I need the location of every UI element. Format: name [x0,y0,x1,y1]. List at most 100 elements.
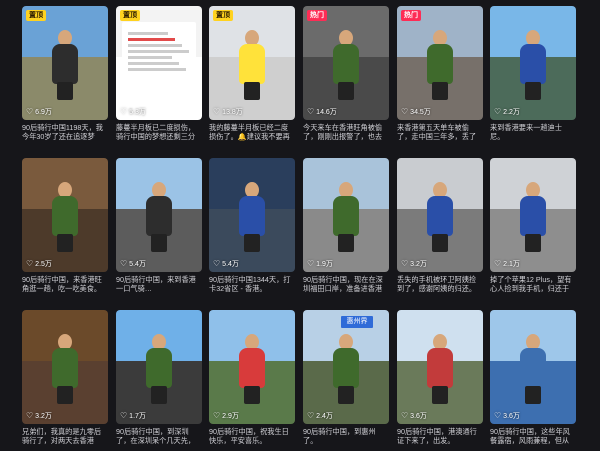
video-card[interactable]: ♡ 3.2万丢失的手机被环卫阿姨捡到了，感谢阿姨的归还。 [397,158,483,293]
video-caption[interactable]: 90后骑行中国，来到香港一口气骑… [116,275,202,293]
video-card[interactable]: ♡2.1万掉了个苹果12 Plus，望有心人捡到我手机，归还于我。 [490,158,576,293]
video-caption[interactable]: 90后骑行中国，港澳通行证下来了，出发。 [397,427,483,445]
person-body [427,44,453,84]
video-card[interactable]: 置顶 ♡6.9万 90后骑行中国1198天，我今年30岁了还在追逐梦想，有… [22,6,108,141]
video-thumbnail[interactable]: ♡ 3.6万 [490,310,576,424]
heart-icon: ♡ [213,411,221,420]
like-count-text: 5.4万 [129,261,146,268]
video-card[interactable]: ♡1.9万 90后骑行中国，现在在深圳福田口岸，准备进香港了，好… [303,158,389,293]
video-thumbnail[interactable]: 置顶 ♡ 13.8万 [209,6,295,120]
video-card[interactable]: 热门 ♡34.5万来香港第五天单车被偷了，走中国三年多，丢了32个省份… [397,6,483,141]
video-card[interactable]: 置顶 ♡5.3万藤蔓半月板已二度损伤，骑行中国的梦想还剩三分之一… [116,6,202,141]
video-card[interactable]: ♡ 2.9万 90后骑行中国，祝我生日快乐，平安喜乐。 [209,310,295,445]
heart-icon: ♡ [401,107,409,116]
like-count-text: 6.9万 [35,109,52,116]
video-card[interactable]: ♡ 2.2万来到香港要来一趟迪士尼。 [490,6,576,141]
document-line [128,32,168,35]
road-sign: 惠州界 [341,316,373,328]
video-thumbnail[interactable]: ♡ 1.9万 [303,158,389,272]
heart-icon: ♡ [26,411,34,420]
cyclist-figure [146,182,172,252]
person-legs [338,82,354,100]
cyclist-figure [146,334,172,404]
like-count-text: 3.6万 [503,413,520,420]
document-line [128,38,175,41]
video-card[interactable]: 惠州界 ♡ 2.4万 90后骑行中国，到惠州了。 [303,310,389,445]
like-count: ♡ 34.5万 [401,107,431,117]
video-thumbnail[interactable]: ♡ 2.9万 [209,310,295,424]
video-caption[interactable]: 90后骑行中国，到深圳了，在深圳呆个几天先，然后去香… [116,427,202,445]
video-caption[interactable]: 90后骑行中国，这些年风餐露宿，风雨兼程，但从未想过… [490,427,576,445]
person-legs [525,386,541,404]
video-caption[interactable]: 今天来车在香港旺角被偷了，刚刚出报警了，也去了趟警… [303,123,389,141]
video-thumbnail[interactable]: ♡ 2.2万 [490,6,576,120]
like-count-text: 5.4万 [222,261,239,268]
video-card[interactable]: ♡ 5.4万 90后骑行中国，来到香港一口气骑… [116,158,202,293]
video-card[interactable]: 置顶 ♡13.8万我的藤蔓半月板已经二度损伤了。🔔建议我不要再继续骑… [209,6,295,141]
video-card[interactable]: ♡3.6万 90后骑行中国，这些年风餐露宿，风雨兼程，但从未想过… [490,310,576,445]
video-thumbnail[interactable]: 热门 ♡ 34.5万 [397,6,483,120]
heart-icon: ♡ [307,259,315,268]
person-legs [57,386,73,404]
video-card[interactable]: ♡ 2.5万 90后骑行中国，来香港旺角逛一趟，吃一吃美食。 [22,158,108,293]
like-count: ♡ 5.4万 [213,259,239,269]
like-count-text: 2.2万 [503,109,520,116]
person-legs [525,234,541,252]
video-thumbnail[interactable]: ♡ 3.2万 [397,158,483,272]
video-caption[interactable]: 来香港第五天单车被偷了，走中国三年多，丢了32个省份… [397,123,483,141]
person-legs [338,234,354,252]
like-count-text: 3.6万 [410,413,427,420]
like-count: ♡ 3.6万 [401,411,427,421]
like-count: ♡ 3.6万 [494,411,520,421]
video-thumbnail[interactable]: ♡ 2.5万 [22,158,108,272]
video-card[interactable]: ♡3.2万兄弟们，我真的是九零后骑行了，对两天去香港啊。 [22,310,108,445]
video-card[interactable]: 热门 ♡14.6万今天来车在香港旺角被偷了，刚刚出报警了，也去了趟警… [303,6,389,141]
person-body [520,196,546,236]
like-count: ♡ 3.2万 [26,411,52,421]
person-legs [432,386,448,404]
document-line [128,50,189,53]
heart-icon: ♡ [401,411,409,420]
video-caption[interactable]: 我的藤蔓半月板已经二度损伤了。🔔建议我不要再继续骑… [209,123,295,141]
video-caption[interactable]: 90后骑行中国1198天，我今年30岁了还在追逐梦想，有… [22,123,108,141]
video-caption[interactable]: 掉了个苹果12 Plus，望有心人捡到我手机，归还于我。 [490,275,576,293]
pinned-badge: 置顶 [120,10,140,21]
video-caption[interactable]: 90后骑行中国，祝我生日快乐，平安喜乐。 [209,427,295,445]
pinned-badge: 置顶 [213,10,233,21]
video-caption[interactable]: 90后骑行中国，来香港旺角逛一趟，吃一吃美食。 [22,275,108,293]
video-thumbnail[interactable]: 热门 ♡ 14.6万 [303,6,389,120]
video-thumbnail[interactable]: ♡ 1.7万 [116,310,202,424]
heart-icon: ♡ [494,107,502,116]
like-count-text: 2.4万 [316,413,333,420]
video-thumbnail[interactable]: ♡ 5.4万 [209,158,295,272]
video-thumbnail[interactable]: 置顶 ♡ 5.3万 [116,6,202,120]
heart-icon: ♡ [26,259,34,268]
video-thumbnail[interactable]: ♡ 3.2万 [22,310,108,424]
cyclist-figure [239,30,265,100]
person-body [239,196,265,236]
like-count: ♡ 2.1万 [494,259,520,269]
person-body [146,348,172,388]
video-thumbnail[interactable]: 置顶 ♡ 6.9万 [22,6,108,120]
video-caption[interactable]: 丢失的手机被环卫阿姨捡到了，感谢阿姨的归还。 [397,275,483,293]
video-thumbnail[interactable]: 惠州界 ♡ 2.4万 [303,310,389,424]
video-caption[interactable]: 90后骑行中国，到惠州了。 [303,427,389,445]
heart-icon: ♡ [494,411,502,420]
like-count: ♡ 5.4万 [120,259,146,269]
video-card[interactable]: ♡1.7万 90后骑行中国，到深圳了，在深圳呆个几天先，然后去香… [116,310,202,445]
cyclist-figure [427,30,453,100]
video-thumbnail[interactable]: ♡ 5.4万 [116,158,202,272]
video-card[interactable]: ♡ 3.6万 90后骑行中国，港澳通行证下来了，出发。 [397,310,483,445]
person-legs [432,82,448,100]
video-caption[interactable]: 90后骑行中国，现在在深圳福田口岸，准备进香港了，好… [303,275,389,293]
video-caption[interactable]: 来到香港要来一趟迪士尼。 [490,123,576,141]
video-thumbnail[interactable]: ♡ 2.1万 [490,158,576,272]
video-thumbnail[interactable]: ♡ 3.6万 [397,310,483,424]
like-count-text: 3.2万 [35,413,52,420]
video-caption[interactable]: 90后骑行中国1344天，打卡32省区 - 香港。 [209,275,295,293]
video-card[interactable]: ♡ 5.4万 90后骑行中国1344天，打卡32省区 - 香港。 [209,158,295,293]
video-caption[interactable]: 兄弟们，我真的是九零后骑行了，对两天去香港啊。 [22,427,108,445]
like-count: ♡ 2.2万 [494,107,520,117]
video-caption[interactable]: 藤蔓半月板已二度损伤，骑行中国的梦想还剩三分之一… [116,123,202,141]
like-count: ♡ 5.3万 [120,107,146,117]
